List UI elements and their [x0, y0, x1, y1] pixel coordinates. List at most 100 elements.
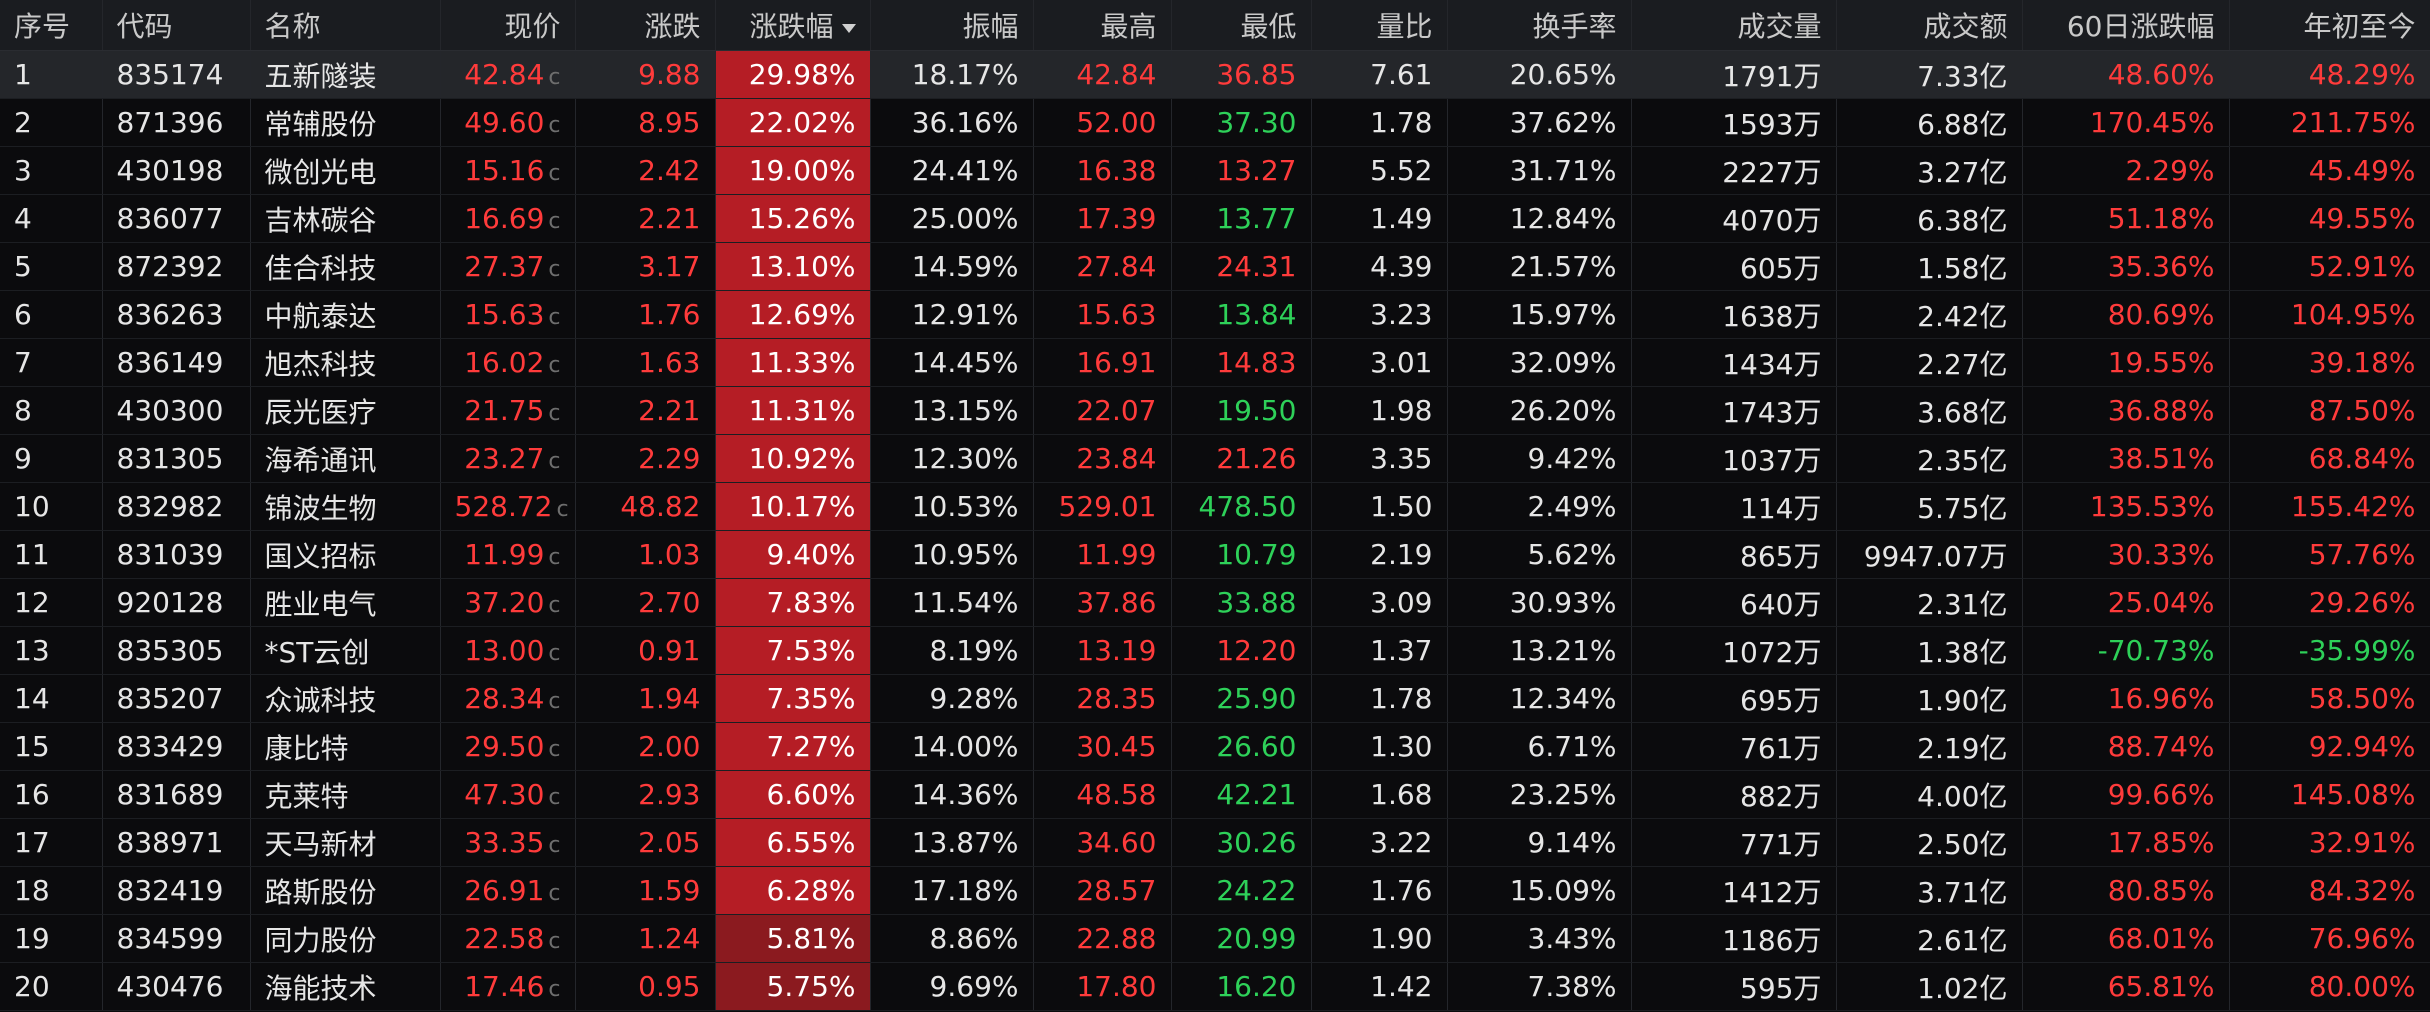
cell-price: 28.34 c [440, 674, 576, 723]
table-row[interactable]: 3 430198 微创光电 15.16 c 2.42 19.00% 24.41% 16.38 13… [0, 146, 2430, 195]
table-row[interactable]: 16 831689 克莱特 47.30 c 2.93 6.60% 14.36% 48.58 42.… [0, 770, 2430, 819]
cell-turnover-rate: 9.42% [1447, 434, 1632, 483]
col-header-name[interactable]: 名称 [250, 0, 441, 51]
table-row[interactable]: 7 836149 旭杰科技 16.02 c 1.63 11.33% 14.45% 16.91 14… [0, 338, 2430, 387]
cell-volume: 771万 [1631, 818, 1837, 867]
cell-change-pct: 29.98% [715, 50, 871, 99]
cell-60d-change: 2.29% [2022, 146, 2230, 195]
table-row[interactable]: 5 872392 佳合科技 27.37 c 3.17 13.10% 14.59% 27.84 24… [0, 242, 2430, 291]
cell-name: 天马新材 [250, 818, 441, 867]
cell-ytd-change: 68.84% [2229, 434, 2430, 483]
cell-volume: 4070万 [1631, 194, 1837, 243]
cell-price: 11.99 c [440, 530, 576, 579]
col-header-volume-ratio[interactable]: 量比 [1311, 0, 1448, 51]
cell-seq: 14 [0, 674, 103, 723]
price-value: 16.69 [464, 202, 545, 235]
cell-amplitude: 8.19% [870, 626, 1034, 675]
table-row[interactable]: 13 835305 *ST云创 13.00 c 0.91 7.53% 8.19% 13.19 12… [0, 626, 2430, 675]
cell-turnover-rate: 32.09% [1447, 338, 1632, 387]
cell-turnover-rate: 15.97% [1447, 290, 1632, 339]
cell-ytd-change: 58.50% [2229, 674, 2430, 723]
table-row[interactable]: 8 430300 辰光医疗 21.75 c 2.21 11.31% 13.15% 22.07 19… [0, 386, 2430, 435]
cell-change: 0.95 [575, 962, 716, 1011]
cell-name: 微创光电 [250, 146, 441, 195]
table-row[interactable]: 19 834599 同力股份 22.58 c 1.24 5.81% 8.86% 22.88 20.… [0, 914, 2430, 963]
cell-turnover-rate: 5.62% [1447, 530, 1632, 579]
cell-volume: 1186万 [1631, 914, 1837, 963]
cell-seq: 10 [0, 482, 103, 531]
cell-volume-ratio: 3.09 [1311, 578, 1448, 627]
cell-low: 42.21 [1171, 770, 1312, 819]
cell-volume: 640万 [1631, 578, 1837, 627]
price-flag: c [548, 209, 561, 234]
table-row[interactable]: 9 831305 海希通讯 23.27 c 2.29 10.92% 12.30% 23.84 21… [0, 434, 2430, 483]
cell-60d-change: 48.60% [2022, 50, 2230, 99]
cell-code: 920128 [102, 578, 251, 627]
cell-amplitude: 10.95% [870, 530, 1034, 579]
price-flag: c [548, 977, 561, 1002]
col-header-high[interactable]: 最高 [1033, 0, 1172, 51]
price-flag: c [548, 401, 561, 426]
table-row[interactable]: 1 835174 五新隧装 42.84 c 9.88 29.98% 18.17% 42.84 36… [0, 50, 2430, 99]
stock-quote-table: 序号 代码 名称 现价 涨跌 涨跌幅 振幅 最高 最低 量比 换手率 成交量 成… [0, 0, 2430, 1011]
table-row[interactable]: 15 833429 康比特 29.50 c 2.00 7.27% 14.00% 30.45 26.… [0, 722, 2430, 771]
table-row[interactable]: 4 836077 吉林碳谷 16.69 c 2.21 15.26% 25.00% 17.39 13… [0, 194, 2430, 243]
cell-seq: 12 [0, 578, 103, 627]
table-row[interactable]: 11 831039 国义招标 11.99 c 1.03 9.40% 10.95% 11.99 10… [0, 530, 2430, 579]
cell-seq: 7 [0, 338, 103, 387]
cell-high: 15.63 [1033, 290, 1172, 339]
cell-seq: 19 [0, 914, 103, 963]
table-row[interactable]: 12 920128 胜业电气 37.20 c 2.70 7.83% 11.54% 37.86 33… [0, 578, 2430, 627]
col-header-ytd-change[interactable]: 年初至今 [2229, 0, 2430, 51]
col-header-amount[interactable]: 成交额 [1836, 0, 2023, 51]
cell-high: 16.38 [1033, 146, 1172, 195]
cell-amount: 6.88亿 [1836, 98, 2023, 147]
col-header-60d-change[interactable]: 60日涨跌幅 [2022, 0, 2230, 51]
cell-high: 52.00 [1033, 98, 1172, 147]
cell-amount: 1.58亿 [1836, 242, 2023, 291]
cell-price: 29.50 c [440, 722, 576, 771]
table-row[interactable]: 10 832982 锦波生物 528.72 c 48.82 10.17% 10.53% 529.… [0, 482, 2430, 531]
col-header-turnover-rate[interactable]: 换手率 [1447, 0, 1632, 51]
cell-low: 12.20 [1171, 626, 1312, 675]
cell-high: 34.60 [1033, 818, 1172, 867]
cell-turnover-rate: 23.25% [1447, 770, 1632, 819]
cell-60d-change: 68.01% [2022, 914, 2230, 963]
cell-high: 27.84 [1033, 242, 1172, 291]
col-header-price[interactable]: 现价 [440, 0, 576, 51]
cell-seq: 8 [0, 386, 103, 435]
cell-seq: 3 [0, 146, 103, 195]
col-header-code[interactable]: 代码 [102, 0, 251, 51]
col-header-low[interactable]: 最低 [1171, 0, 1312, 51]
table-row[interactable]: 17 838971 天马新材 33.35 c 2.05 6.55% 13.87% 34.60 30… [0, 818, 2430, 867]
table-row[interactable]: 18 832419 路斯股份 26.91 c 1.59 6.28% 17.18% 28.57 24… [0, 866, 2430, 915]
cell-name: 五新隧装 [250, 50, 441, 99]
col-header-amplitude[interactable]: 振幅 [870, 0, 1034, 51]
cell-code: 835207 [102, 674, 251, 723]
table-row[interactable]: 20 430476 海能技术 17.46 c 0.95 5.75% 9.69% 17.80 16.… [0, 962, 2430, 1011]
cell-low: 14.83 [1171, 338, 1312, 387]
cell-volume-ratio: 7.61 [1311, 50, 1448, 99]
col-header-change[interactable]: 涨跌 [575, 0, 716, 51]
cell-code: 836149 [102, 338, 251, 387]
cell-name: 克莱特 [250, 770, 441, 819]
price-value: 21.75 [464, 394, 545, 427]
table-row[interactable]: 2 871396 常辅股份 49.60 c 8.95 22.02% 36.16% 52.00 37… [0, 98, 2430, 147]
price-flag: c [548, 161, 561, 186]
cell-change: 2.42 [575, 146, 716, 195]
cell-high: 529.01 [1033, 482, 1172, 531]
col-header-volume[interactable]: 成交量 [1631, 0, 1837, 51]
price-flag: c [548, 689, 561, 714]
cell-ytd-change: 80.00% [2229, 962, 2430, 1011]
table-row[interactable]: 6 836263 中航泰达 15.63 c 1.76 12.69% 12.91% 15.63 13… [0, 290, 2430, 339]
table-row[interactable]: 14 835207 众诚科技 28.34 c 1.94 7.35% 9.28% 28.35 25.… [0, 674, 2430, 723]
cell-change: 2.29 [575, 434, 716, 483]
cell-volume: 1638万 [1631, 290, 1837, 339]
cell-high: 22.88 [1033, 914, 1172, 963]
cell-ytd-change: 211.75% [2229, 98, 2430, 147]
table-header: 序号 代码 名称 现价 涨跌 涨跌幅 振幅 最高 最低 量比 换手率 成交量 成… [0, 0, 2430, 51]
col-header-seq[interactable]: 序号 [0, 0, 103, 51]
col-header-change-pct[interactable]: 涨跌幅 [715, 0, 871, 51]
cell-price: 16.69 c [440, 194, 576, 243]
col-header-change-pct-label: 涨跌幅 [749, 10, 834, 43]
